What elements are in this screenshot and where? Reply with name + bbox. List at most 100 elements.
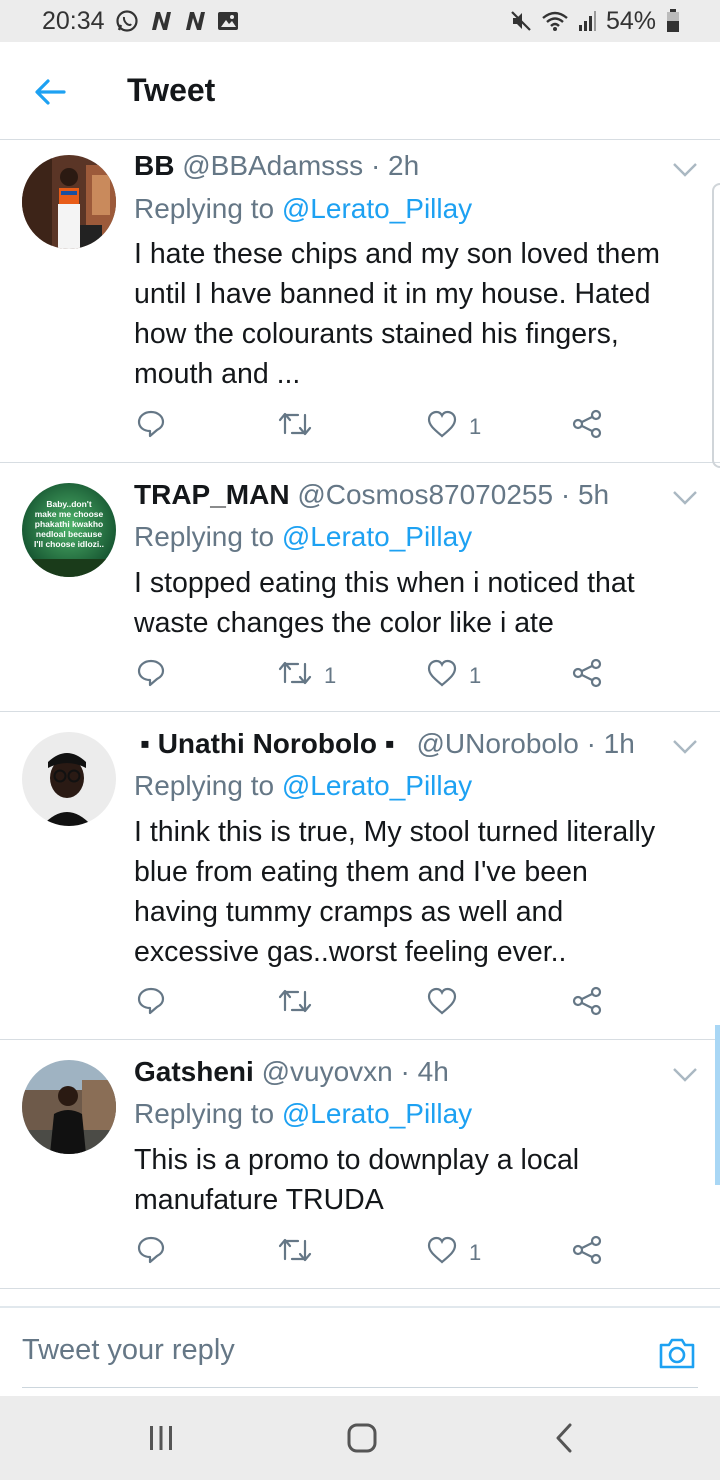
replying-prefix: Replying to [134, 193, 275, 224]
user-name[interactable]: BB [134, 150, 174, 181]
avatar[interactable] [22, 732, 116, 826]
separator-dot: · [560, 479, 571, 510]
reply-composer: Tweet your reply [0, 1306, 720, 1396]
tweet-text-line: blue from eating them and I've been [134, 856, 588, 888]
like-button[interactable]: 1 [427, 659, 481, 693]
user-handle[interactable]: @Cosmos87070255 [297, 479, 553, 510]
reply-button[interactable] [136, 659, 166, 693]
user-name[interactable]: TRAP_MAN [134, 479, 290, 510]
retweet-count: 1 [324, 663, 337, 688]
replying-handle-link[interactable]: @Lerato_Pillay [282, 521, 472, 552]
replying-to: Replying to @Lerato_Pillay [134, 521, 472, 553]
share-button[interactable] [572, 986, 602, 1021]
heart-icon [427, 410, 457, 444]
reply-input-underline [22, 1387, 698, 1388]
like-button[interactable]: 1 [427, 1236, 481, 1270]
tweet-actions: 1 [134, 409, 614, 445]
scrollbar-thumb[interactable] [715, 1025, 720, 1185]
tweet-text-line: This is a promo to downplay a local [134, 1144, 580, 1176]
avatar-caption-line: nedloal because [36, 529, 102, 539]
tweet-actions: 1 1 [134, 658, 614, 694]
tweet-text: I hate these chips and my son loved them… [134, 234, 698, 394]
tweet-header: Gatsheni @vuyovxn · 4h [134, 1056, 660, 1088]
reply-icon [136, 658, 166, 694]
like-count: 1 [469, 1240, 482, 1265]
tweet-text-line: I stopped eating this when i noticed tha… [134, 567, 635, 599]
retweet-button[interactable] [278, 987, 324, 1021]
retweet-button[interactable] [278, 410, 324, 444]
nav-back-icon[interactable] [552, 1422, 576, 1454]
tweet-item[interactable]: ▪ Unathi Norobolo ▪ @UNorobolo · 1h Repl… [0, 712, 720, 1040]
reply-input[interactable]: Tweet your reply [22, 1334, 235, 1367]
tweet-text-line: I hate these chips and my son loved them [134, 238, 660, 270]
system-nav-bar [0, 1396, 720, 1480]
avatar-caption-line: phakathi kwakho [35, 519, 104, 529]
avatar[interactable] [22, 1060, 116, 1154]
replying-handle-link[interactable]: @Lerato_Pillay [282, 193, 472, 224]
chevron-down-icon[interactable] [672, 490, 698, 506]
reply-button[interactable] [136, 410, 166, 444]
chevron-down-icon[interactable] [672, 739, 698, 755]
tweet-time: 4h [417, 1056, 449, 1087]
back-arrow-icon[interactable] [30, 72, 70, 112]
replying-handle-link[interactable]: @Lerato_Pillay [282, 770, 472, 801]
like-button[interactable]: 1 [427, 410, 481, 444]
heart-icon [427, 1236, 457, 1270]
battery-percent: 54% [605, 6, 656, 35]
tweet-text-line: waste changes the color like i ate [134, 607, 554, 639]
reply-icon [136, 986, 166, 1022]
user-handle[interactable]: @vuyovxn [262, 1056, 393, 1087]
battery-icon [666, 9, 680, 33]
avatar[interactable] [22, 155, 116, 249]
tweet-text-line: how the colourants stained his fingers, [134, 318, 619, 350]
share-button[interactable] [572, 1235, 602, 1271]
retweet-icon [278, 986, 312, 1022]
retweet-button[interactable] [278, 1236, 324, 1270]
home-icon[interactable] [346, 1422, 378, 1454]
tweet-text: I think this is true, My stool turned li… [134, 812, 698, 972]
share-button[interactable] [572, 409, 602, 445]
retweet-icon [278, 409, 312, 445]
share-icon [572, 1235, 602, 1271]
chevron-down-icon[interactable] [672, 162, 698, 178]
user-name[interactable]: ▪ Unathi Norobolo ▪ [140, 728, 395, 759]
tweet-time: 1h [603, 728, 635, 759]
camera-icon[interactable] [658, 1336, 696, 1370]
reply-button[interactable] [136, 1236, 166, 1270]
avatar[interactable]: Baby..don't make me choose phakathi kwak… [22, 483, 116, 577]
retweet-button[interactable]: 1 [278, 659, 336, 693]
share-button[interactable] [572, 658, 602, 694]
share-icon [572, 658, 602, 694]
tweet-item[interactable]: BB @BBAdamsss · 2h Replying to @Lerato_P… [0, 140, 720, 463]
replying-handle-link[interactable]: @Lerato_Pillay [282, 1098, 472, 1129]
tweet-item[interactable]: Gatsheni @vuyovxn · 4h Replying to @Lera… [0, 1040, 720, 1289]
retweet-icon [278, 658, 312, 694]
status-time: 20:34 [42, 6, 105, 35]
replying-to: Replying to @Lerato_Pillay [134, 193, 472, 225]
user-name[interactable]: Gatsheni [134, 1056, 254, 1087]
user-handle[interactable]: @BBAdamsss [182, 150, 363, 181]
signal-icon [578, 10, 596, 32]
recent-apps-icon[interactable] [146, 1422, 176, 1454]
n-notification-icon [183, 10, 207, 32]
like-count: 1 [469, 663, 482, 688]
reply-icon [136, 409, 166, 445]
replying-prefix: Replying to [134, 521, 275, 552]
tweet-screen: 20:34 54% Tweet BB @BBAdamsss · 2h Reply… [0, 0, 720, 1480]
like-button[interactable] [427, 987, 469, 1021]
replying-to: Replying to @Lerato_Pillay [134, 1098, 472, 1130]
tweet-item[interactable]: Baby..don't make me choose phakathi kwak… [0, 463, 720, 712]
share-icon [572, 409, 602, 445]
reply-button[interactable] [136, 987, 166, 1021]
image-icon [217, 11, 239, 31]
tweet-text-line: excessive gas..worst feeling ever.. [134, 936, 567, 968]
scroll-edge-indicator [712, 183, 720, 468]
tweet-header: BB @BBAdamsss · 2h [134, 150, 660, 182]
chevron-down-icon[interactable] [672, 1067, 698, 1083]
user-handle[interactable]: @UNorobolo [417, 728, 579, 759]
tweet-actions: 1 [134, 1235, 614, 1271]
replying-to: Replying to @Lerato_Pillay [134, 770, 472, 802]
wifi-icon [542, 10, 568, 32]
separator-dot: · [400, 1056, 410, 1087]
separator-dot: · [586, 728, 596, 759]
